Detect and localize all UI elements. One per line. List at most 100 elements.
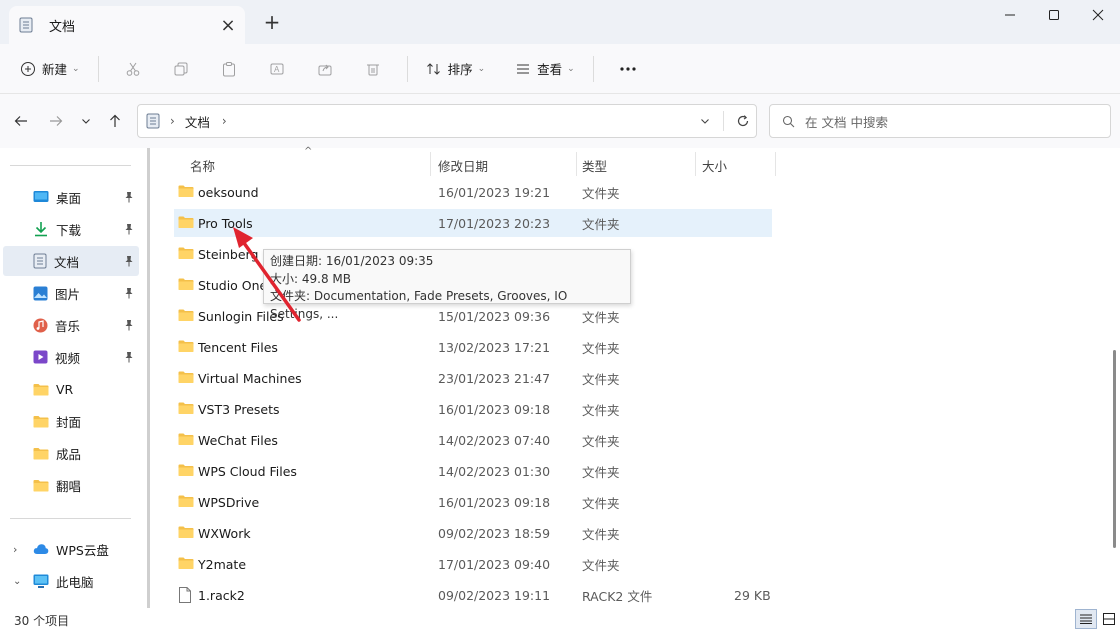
back-arrow-icon[interactable] — [8, 108, 34, 134]
sidebar-item-label: 文档 — [54, 254, 80, 270]
sidebar-item-pictures[interactable]: 图片 — [3, 278, 139, 308]
folder-icon — [33, 447, 49, 459]
tiles-view-button[interactable] — [1098, 609, 1120, 629]
sidebar-item-label: 图片 — [55, 286, 81, 302]
file-row[interactable]: WeChat Files 14/02/2023 07:40 文件夹 — [174, 426, 772, 454]
search-box[interactable]: 在 文档 中搜索 — [769, 104, 1111, 138]
file-date: 13/02/2023 17:21 — [438, 339, 551, 355]
sidebar-item-label: WPS云盘 — [56, 542, 109, 558]
view-button-label: 查看 — [537, 62, 563, 77]
maximize-icon[interactable] — [1029, 0, 1079, 30]
chevron-down-icon[interactable]: ⌄ — [13, 576, 21, 587]
search-placeholder: 在 文档 中搜索 — [805, 114, 888, 130]
column-header-type[interactable]: 类型 — [582, 156, 607, 175]
folder-icon — [178, 495, 194, 507]
sidebar-item-desktop[interactable]: 桌面 — [3, 182, 139, 212]
share-button[interactable] — [301, 52, 349, 86]
file-row[interactable]: 1.rack2 09/02/2023 19:11 RACK2 文件 29 KB — [174, 581, 772, 609]
sidebar-scrollbar[interactable] — [147, 148, 150, 608]
close-tab-icon[interactable]: × — [213, 10, 243, 40]
file-date: 14/02/2023 07:40 — [438, 432, 551, 448]
new-tab-icon[interactable]: + — [260, 10, 284, 34]
folder-icon — [33, 415, 49, 427]
file-name: WPS Cloud Files — [198, 463, 297, 479]
folder-icon — [178, 464, 194, 476]
new-button[interactable]: 新建 ⌄ — [12, 52, 88, 86]
breadcrumb-documents[interactable]: 文档 — [185, 112, 210, 131]
rename-button[interactable]: A — [253, 52, 301, 86]
sidebar-item-wps-cloud[interactable]: › WPS云盘 — [3, 534, 139, 564]
delete-button[interactable] — [349, 52, 397, 86]
sidebar-item-covers-songs[interactable]: 翻唱 — [3, 470, 139, 500]
folder-icon — [178, 185, 194, 197]
paste-button[interactable] — [205, 52, 253, 86]
column-header-date[interactable]: 修改日期 — [438, 156, 488, 175]
sidebar-item-music[interactable]: 音乐 — [3, 310, 139, 340]
column-header-size[interactable]: 大小 — [702, 156, 727, 175]
tab-strip: 文档 × + — [0, 0, 1120, 44]
column-divider[interactable] — [775, 152, 776, 176]
annotation-arrow-icon — [233, 227, 301, 322]
download-icon — [35, 222, 47, 237]
file-row[interactable]: Tencent Files 13/02/2023 17:21 文件夹 — [174, 333, 772, 361]
sidebar-item-this-pc[interactable]: ⌄ 此电脑 — [3, 566, 139, 596]
status-bar: 30 个项目 — [0, 608, 1120, 630]
refresh-icon[interactable] — [730, 114, 756, 128]
more-options-button[interactable] — [604, 52, 652, 86]
details-view-icon — [1080, 614, 1092, 624]
column-divider[interactable] — [430, 152, 431, 176]
minimize-icon[interactable] — [985, 0, 1035, 30]
file-name: WPSDrive — [198, 494, 260, 510]
sidebar-item-label: 下载 — [56, 222, 82, 238]
music-icon — [33, 318, 48, 332]
close-window-icon[interactable] — [1073, 0, 1120, 30]
file-name: Virtual Machines — [198, 370, 302, 386]
file-type: 文件夹 — [582, 433, 620, 449]
file-date: 09/02/2023 18:59 — [438, 525, 551, 541]
breadcrumb-chevron-icon[interactable]: › — [222, 114, 227, 128]
view-button[interactable]: 查看 ⌄ — [507, 52, 583, 86]
pin-icon — [125, 288, 133, 299]
file-row[interactable]: Virtual Machines 23/01/2023 21:47 文件夹 — [174, 364, 772, 392]
cloud-icon — [33, 544, 49, 554]
sidebar-item-vr[interactable]: VR — [3, 374, 139, 404]
address-bar[interactable]: › 文档 › — [137, 104, 757, 138]
file-row[interactable]: VST3 Presets 16/01/2023 09:18 文件夹 — [174, 395, 772, 423]
file-list-scrollbar-thumb[interactable] — [1113, 350, 1116, 548]
sidebar-item-label: 封面 — [56, 414, 82, 430]
up-arrow-icon[interactable] — [102, 108, 128, 134]
forward-arrow-icon[interactable] — [43, 108, 69, 134]
file-row[interactable]: Y2mate 17/01/2023 09:40 文件夹 — [174, 550, 772, 578]
file-type: 文件夹 — [582, 464, 620, 480]
file-row[interactable]: oeksound 16/01/2023 19:21 文件夹 — [174, 178, 772, 206]
chevron-down-icon: ⌄ — [477, 63, 486, 74]
sidebar-item-videos[interactable]: 视频 — [3, 342, 139, 372]
file-date: 14/02/2023 01:30 — [438, 463, 551, 479]
recent-chevron-icon[interactable] — [73, 108, 99, 134]
file-type: 文件夹 — [582, 526, 620, 542]
folder-icon — [178, 216, 194, 228]
file-row[interactable]: WXWork 09/02/2023 18:59 文件夹 — [174, 519, 772, 547]
tab-documents[interactable]: 文档 × — [9, 6, 245, 44]
file-row[interactable]: WPS Cloud Files 14/02/2023 01:30 文件夹 — [174, 457, 772, 485]
sidebar-item-documents[interactable]: 文档 — [3, 246, 139, 276]
file-row[interactable]: WPSDrive 16/01/2023 09:18 文件夹 — [174, 488, 772, 516]
address-history-chevron-icon[interactable] — [693, 115, 717, 127]
file-type: 文件夹 — [582, 402, 620, 418]
details-view-button[interactable] — [1075, 609, 1097, 629]
sidebar-item-label: 桌面 — [56, 190, 82, 206]
breadcrumb-chevron-icon[interactable]: › — [170, 114, 175, 128]
file-name: WXWork — [198, 525, 251, 541]
cut-button[interactable] — [109, 52, 157, 86]
column-divider[interactable] — [576, 152, 577, 176]
copy-button[interactable] — [157, 52, 205, 86]
sidebar-item-downloads[interactable]: 下载 — [3, 214, 139, 244]
sort-button[interactable]: 排序 ⌄ — [418, 52, 494, 86]
pin-icon — [125, 352, 133, 363]
file-name: Tencent Files — [198, 339, 278, 355]
sidebar-item-finished[interactable]: 成品 — [3, 438, 139, 468]
column-header-name[interactable]: 名称 — [190, 156, 215, 175]
sidebar-item-cover[interactable]: 封面 — [3, 406, 139, 436]
column-divider[interactable] — [695, 152, 696, 176]
chevron-right-icon[interactable]: › — [13, 543, 17, 556]
